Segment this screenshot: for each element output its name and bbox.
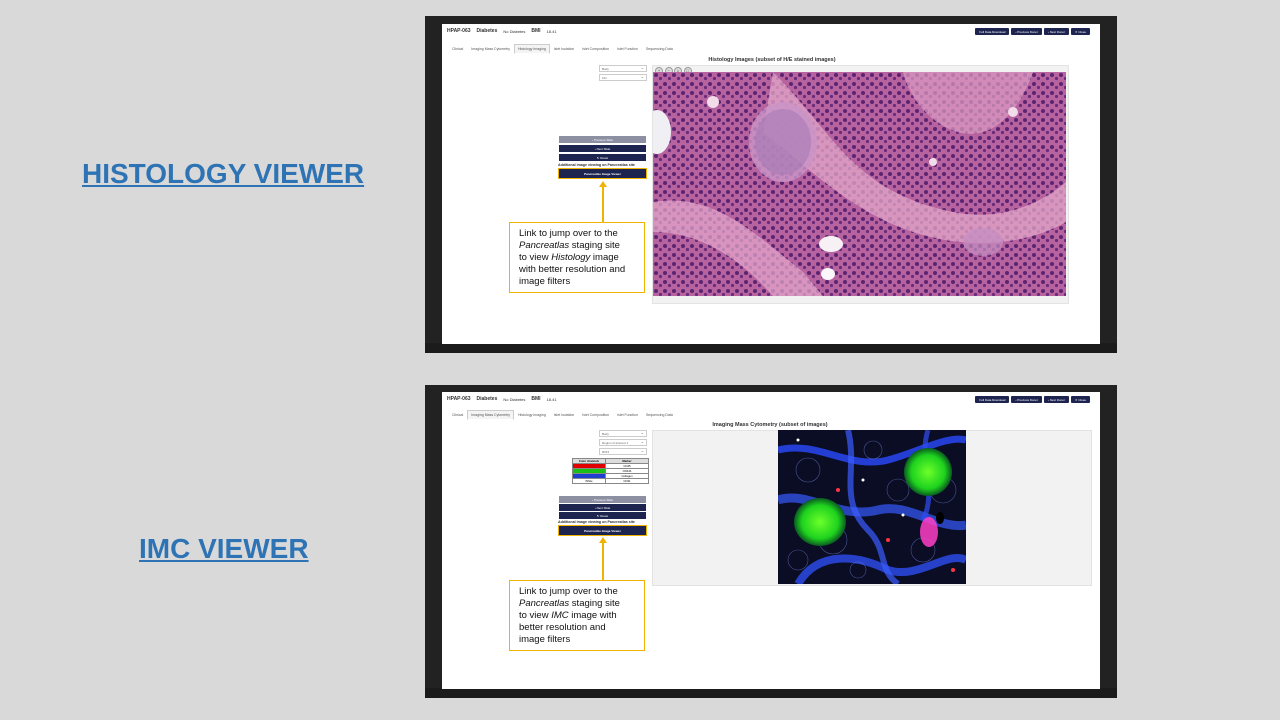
tab-histology-imaging[interactable]: Histology Imaging: [514, 44, 550, 54]
tab-clinical[interactable]: Clinical: [448, 44, 467, 54]
full-data-download-button[interactable]: Full Data Download: [975, 28, 1010, 35]
imc-callout: Link to jump over to the Pancreatlas sta…: [509, 580, 645, 651]
callout-line: to view Histology image: [519, 252, 636, 264]
color-channel-table: Color channels Marker Red CD45 Green CD4…: [572, 458, 649, 484]
callout-text: image with: [568, 610, 617, 621]
bmi-label: BMI: [531, 28, 541, 34]
bmi-value: 18.41: [546, 28, 557, 34]
bmi-label: BMI: [531, 396, 541, 402]
table-row: White CD31: [572, 478, 649, 484]
histology-image[interactable]: [653, 72, 1066, 296]
diabetes-value: No Diabetes: [503, 396, 526, 402]
tab-islet-composition[interactable]: Islet Composition: [578, 410, 613, 420]
magnification-select[interactable]: 10x: [599, 74, 647, 81]
pancreatlas-image-viewer-button[interactable]: Pancreatlas Image Viewer: [558, 525, 647, 536]
tab-clinical[interactable]: Clinical: [448, 410, 467, 420]
callout-text: to view: [519, 610, 552, 621]
roi-region-select[interactable]: Region of Interest 1: [599, 439, 647, 446]
histology-screenshot: HPAP-063 Diabetes No Diabetes BMI 18.41 …: [425, 16, 1117, 353]
imc-emphasis: IMC: [551, 610, 569, 621]
region-select-value: Body: [602, 66, 609, 71]
viewer-title: Histology Images (subset of H/E stained …: [708, 57, 836, 63]
imc-callout-arrow: [602, 542, 604, 580]
callout-text: staging site: [569, 598, 620, 609]
marker-cell: CD31: [605, 478, 649, 484]
histology-callout-arrowhead: [599, 181, 607, 187]
histology-viewer-title: HISTOLOGY VIEWER: [82, 158, 365, 189]
pancreatlas-image-viewer-button[interactable]: Pancreatlas Image Viewer: [558, 168, 647, 179]
histology-callout: Link to jump over to the Pancreatlas sta…: [509, 222, 645, 293]
tab-histology-imaging[interactable]: Histology Imaging: [514, 410, 550, 420]
additional-viewing-label: Additional image viewing on Pancreatlas …: [558, 163, 635, 167]
tab-islet-isolation[interactable]: Islet Isolation: [550, 44, 578, 54]
tab-bar: Clinical Imaging Mass Cytometry Histolog…: [448, 410, 677, 420]
roi-select-value: ROI4: [602, 449, 610, 454]
tab-imaging-mass-cytometry[interactable]: Imaging Mass Cytometry: [467, 44, 514, 54]
diabetes-label: Diabetes: [476, 396, 498, 402]
previous-slide-button[interactable]: ‹ Previous Slide: [559, 496, 646, 503]
callout-line: Pancreatlas staging site: [519, 240, 636, 252]
callout-text: staging site: [569, 240, 620, 251]
roi-select[interactable]: ROI4: [599, 448, 647, 455]
next-donor-button[interactable]: › Next Donor: [1043, 396, 1069, 403]
pancreatlas-emphasis: Pancreatlas: [519, 598, 570, 609]
callout-text: to view: [519, 252, 552, 263]
region-select[interactable]: Body: [599, 65, 647, 72]
full-data-download-button[interactable]: Full Data Download: [975, 396, 1010, 403]
close-button[interactable]: ✕ Close: [1070, 28, 1090, 35]
magnification-select-value: 10x: [602, 75, 607, 80]
callout-text: image: [590, 252, 619, 263]
tab-sequencing-data[interactable]: Sequencing Data: [642, 44, 677, 54]
histology-callout-arrow: [602, 186, 604, 222]
previous-donor-button[interactable]: ‹ Previous Donor: [1011, 396, 1042, 403]
tab-bar: Clinical Imaging Mass Cytometry Histolog…: [448, 44, 677, 54]
imc-image[interactable]: [778, 430, 966, 584]
region-select-value: Body: [602, 431, 609, 436]
callout-line: image filters: [519, 276, 571, 287]
next-donor-button[interactable]: › Next Donor: [1043, 28, 1069, 35]
donor-id: HPAP-063: [447, 396, 471, 402]
roi-region-select-value: Region of Interest 1: [602, 440, 629, 445]
callout-line: better resolution and: [519, 622, 606, 633]
pancreatlas-emphasis: Pancreatlas: [519, 240, 570, 251]
reset-button[interactable]: ↻ Reset: [559, 154, 646, 161]
previous-donor-button[interactable]: ‹ Previous Donor: [1011, 28, 1042, 35]
tab-sequencing-data[interactable]: Sequencing Data: [642, 410, 677, 420]
imc-callout-arrowhead: [599, 537, 607, 543]
donor-id: HPAP-063: [447, 28, 471, 34]
imc-viewer-title: IMC VIEWER: [139, 533, 309, 564]
tab-islet-function[interactable]: Islet Function: [613, 410, 642, 420]
bmi-value: 18.41: [546, 396, 557, 402]
close-button[interactable]: ✕ Close: [1070, 396, 1090, 403]
next-slide-button[interactable]: › Next Slide: [559, 504, 646, 511]
next-slide-button[interactable]: › Next Slide: [559, 145, 646, 152]
callout-line: Link to jump over to the: [519, 586, 618, 597]
additional-viewing-label: Additional image viewing on Pancreatlas …: [558, 520, 635, 524]
callout-line: to view IMC image with: [519, 610, 636, 622]
imc-screenshot: HPAP-063 Diabetes No Diabetes BMI 18.41 …: [425, 385, 1117, 698]
tab-imaging-mass-cytometry[interactable]: Imaging Mass Cytometry: [467, 410, 514, 420]
viewer-title: Imaging Mass Cytometry (subset of images…: [712, 422, 828, 428]
callout-line: image filters: [519, 634, 571, 645]
diabetes-value: No Diabetes: [503, 28, 526, 34]
tab-islet-composition[interactable]: Islet Composition: [578, 44, 613, 54]
region-select[interactable]: Body: [599, 430, 647, 437]
tab-islet-isolation[interactable]: Islet Isolation: [550, 410, 578, 420]
diabetes-label: Diabetes: [476, 28, 498, 34]
histology-emphasis: Histology: [551, 252, 591, 263]
callout-line: with better resolution and: [519, 264, 626, 275]
callout-line: Pancreatlas staging site: [519, 598, 636, 610]
tab-islet-function[interactable]: Islet Function: [613, 44, 642, 54]
channel-white: White: [572, 478, 606, 484]
previous-slide-button[interactable]: ‹ Previous Slide: [559, 136, 646, 143]
histology-app-window: HPAP-063 Diabetes No Diabetes BMI 18.41 …: [442, 24, 1100, 344]
callout-line: Link to jump over to the: [519, 228, 618, 239]
reset-button[interactable]: ↻ Reset: [559, 512, 646, 519]
